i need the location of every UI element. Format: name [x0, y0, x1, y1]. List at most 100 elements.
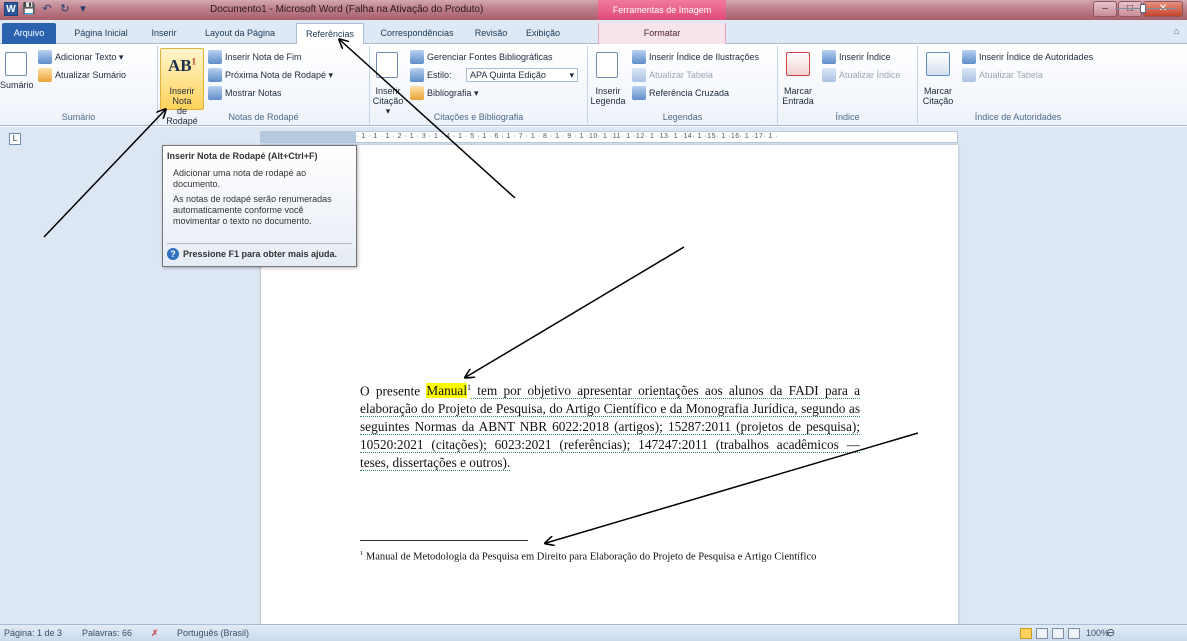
- insert-table-of-figures-button[interactable]: Inserir Índice de Ilustrações: [632, 50, 759, 64]
- horizontal-ruler[interactable]: · 1 · 1 · 1 · 2 · 1 · 3 · 1 · 4 · 1 · 5 …: [355, 131, 958, 143]
- tab-page-layout[interactable]: Layout da Página: [194, 23, 286, 44]
- group-label-notas: Notas de Rodapé: [228, 112, 299, 122]
- word-app-icon[interactable]: W: [4, 2, 18, 16]
- tab-insert[interactable]: Inserir: [143, 23, 185, 44]
- next-footnote-button[interactable]: Próxima Nota de Rodapé ▾: [208, 68, 333, 82]
- manage-sources-label: Gerenciar Fontes Bibliográficas: [427, 52, 553, 62]
- quick-access-toolbar: W 💾 ↶ ↻ ▾: [4, 2, 90, 16]
- add-text-button[interactable]: Adicionar Texto ▾: [38, 50, 123, 64]
- close-button[interactable]: ✕: [1143, 1, 1183, 17]
- style-label: Estilo:: [427, 70, 452, 80]
- word-count[interactable]: Palavras: 66: [82, 628, 132, 638]
- insert-index-button[interactable]: Inserir Índice: [822, 50, 891, 64]
- insert-caption-button[interactable]: Inserir Legenda: [590, 86, 626, 106]
- tab-view[interactable]: Exibição: [518, 23, 568, 44]
- update-index-label: Atualizar Índice: [839, 70, 901, 80]
- ribbon: Sumário Adicionar Texto ▾ Atualizar Sumá…: [0, 44, 1187, 126]
- page-count[interactable]: Página: 1 de 3: [4, 628, 62, 638]
- update-authorities-label: Atualizar Tabela: [979, 70, 1043, 80]
- mark-entry-button[interactable]: Marcar Entrada: [780, 86, 816, 106]
- cross-reference-label: Referência Cruzada: [649, 88, 730, 98]
- update-toc-label: Atualizar Sumário: [55, 70, 127, 80]
- show-notes-button[interactable]: Mostrar Notas: [208, 86, 282, 100]
- cross-reference-button[interactable]: Referência Cruzada: [632, 86, 729, 100]
- cross-reference-icon: [632, 86, 646, 100]
- tab-review[interactable]: Revisão: [470, 23, 512, 44]
- update-table-button[interactable]: Atualizar Tabela: [632, 68, 713, 82]
- show-notes-label: Mostrar Notas: [225, 88, 282, 98]
- zoom-slider[interactable]: [1115, 8, 1177, 9]
- title-bar: W 💾 ↶ ↻ ▾ Documento1 - Microsoft Word (F…: [0, 0, 1187, 20]
- redo-icon[interactable]: ↻: [58, 2, 72, 16]
- customize-qat-icon[interactable]: ▾: [76, 2, 90, 16]
- outline-view-icon[interactable]: [1068, 628, 1080, 639]
- tab-format[interactable]: Formatar: [598, 23, 726, 44]
- group-citacoes: Inserir Citação ▾ Gerenciar Fontes Biblio…: [370, 46, 588, 124]
- zoom-out-icon[interactable]: ⊖: [1106, 626, 1115, 639]
- document-paragraph[interactable]: O presente Manual1 tem por objetivo apre…: [360, 379, 860, 472]
- mark-entry-icon: [786, 52, 810, 76]
- web-layout-view-icon[interactable]: [1052, 628, 1064, 639]
- insert-index-label: Inserir Índice: [839, 52, 891, 62]
- insert-endnote-button[interactable]: Inserir Nota de Fim: [208, 50, 302, 64]
- maximize-button[interactable]: □: [1118, 1, 1142, 17]
- footnote-text[interactable]: 1 Manual de Metodologia da Pesquisa em D…: [360, 547, 860, 564]
- style-icon: [410, 68, 424, 82]
- minimize-ribbon-icon[interactable]: ⌂: [1174, 26, 1179, 36]
- zoom-slider-thumb[interactable]: [1140, 4, 1146, 13]
- print-layout-view-icon[interactable]: [1020, 628, 1032, 639]
- undo-icon[interactable]: ↶: [40, 2, 54, 16]
- update-table-label: Atualizar Tabela: [649, 70, 713, 80]
- group-sumario: Sumário Adicionar Texto ▾ Atualizar Sumá…: [0, 46, 158, 124]
- full-screen-view-icon[interactable]: [1036, 628, 1048, 639]
- window-controls: – □ ✕: [1093, 1, 1183, 17]
- group-label-legendas: Legendas: [662, 112, 703, 122]
- tab-selector[interactable]: L: [9, 133, 21, 145]
- style-row: Estilo:: [410, 68, 452, 82]
- insert-citation-icon: [376, 52, 398, 78]
- tooltip-help: ? Pressione F1 para obter mais ajuda.: [167, 248, 337, 260]
- tab-mailings[interactable]: Correspondências: [372, 23, 462, 44]
- proofing-icon[interactable]: ✗: [151, 628, 159, 639]
- tab-file[interactable]: Arquivo: [2, 23, 56, 44]
- update-toc-icon: [38, 68, 52, 82]
- window-title: Documento1 - Microsoft Word (Falha na At…: [210, 4, 484, 15]
- status-bar: Página: 1 de 3 Palavras: 66 ✗ Português …: [0, 624, 1187, 641]
- endnote-icon: [208, 50, 222, 64]
- language-indicator[interactable]: Português (Brasil): [177, 628, 249, 638]
- table-of-figures-label: Inserir Índice de Ilustrações: [649, 52, 760, 62]
- insert-table-of-authorities-button[interactable]: Inserir Índice de Autoridades: [962, 50, 1093, 64]
- update-authorities-icon: [962, 68, 976, 82]
- footnote-tooltip: Inserir Nota de Rodapé (Alt+Ctrl+F) Adic…: [162, 145, 357, 267]
- group-notas-rodape: AB1 Inserir Nota de Rodapé Inserir Nota d…: [158, 46, 370, 126]
- tooltip-separator: [167, 243, 352, 244]
- toc-button-label[interactable]: Sumário: [0, 80, 34, 90]
- add-text-icon: [38, 50, 52, 64]
- save-icon[interactable]: 💾: [22, 2, 36, 16]
- next-footnote-icon: [208, 68, 222, 82]
- highlighted-word[interactable]: Manual: [426, 383, 468, 399]
- update-toc-button[interactable]: Atualizar Sumário: [38, 68, 126, 82]
- update-index-button[interactable]: Atualizar Índice: [822, 68, 901, 82]
- insert-footnote-icon: AB1: [168, 56, 197, 75]
- picture-tools-header: Ferramentas de Imagem: [598, 0, 726, 20]
- manage-sources-button[interactable]: Gerenciar Fontes Bibliográficas: [410, 50, 553, 64]
- mark-citation-button[interactable]: Marcar Citação: [920, 86, 956, 106]
- citation-style-dropdown[interactable]: APA Quinta Edição ▾: [466, 68, 578, 82]
- group-indice: Marcar Entrada Inserir Índice Atualizar Í…: [778, 46, 918, 124]
- bibliography-icon: [410, 86, 424, 100]
- tooltip-note: As notas de rodapé serão renumeradas aut…: [173, 194, 332, 226]
- group-autoridades: Marcar Citação Inserir Índice de Autorida…: [918, 46, 1118, 124]
- tab-home[interactable]: Página Inicial: [66, 23, 136, 44]
- insert-index-icon: [822, 50, 836, 64]
- bibliography-button[interactable]: Bibliografia ▾: [410, 86, 479, 100]
- update-authorities-button[interactable]: Atualizar Tabela: [962, 68, 1043, 82]
- endnote-label: Inserir Nota de Fim: [225, 52, 302, 62]
- footnote-separator: [360, 540, 528, 541]
- tooltip-title: Inserir Nota de Rodapé (Alt+Ctrl+F): [167, 151, 318, 161]
- minimize-button[interactable]: –: [1093, 1, 1117, 17]
- add-text-label: Adicionar Texto ▾: [55, 51, 124, 62]
- group-label-citacoes: Citações e Bibliografia: [433, 112, 524, 122]
- group-label-autoridades: Índice de Autoridades: [974, 112, 1062, 122]
- tab-references[interactable]: Referências: [296, 23, 364, 44]
